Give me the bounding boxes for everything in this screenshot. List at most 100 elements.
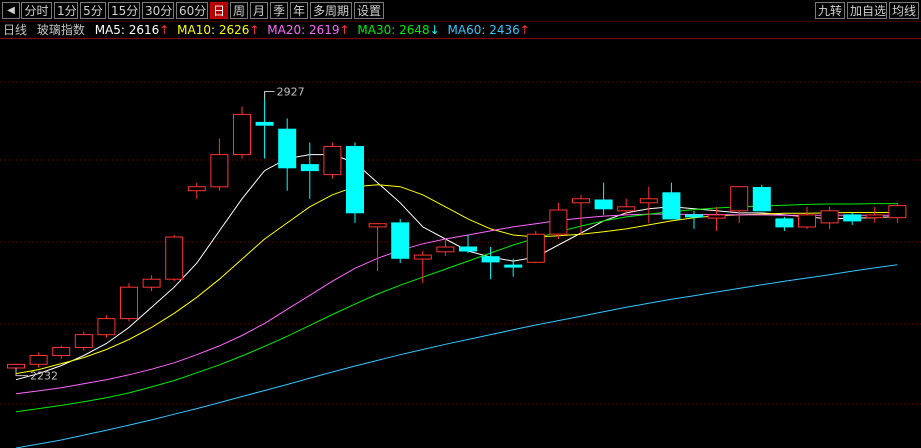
candle-body-down [662, 192, 681, 220]
candle-body-up [142, 278, 161, 288]
candle[interactable] [233, 106, 251, 159]
candle[interactable] [662, 182, 681, 220]
candle[interactable] [594, 182, 613, 215]
candle[interactable] [504, 259, 523, 277]
candle[interactable] [481, 247, 500, 280]
candle-body-down [255, 121, 274, 126]
candle[interactable] [74, 331, 93, 351]
ma30-label: MA30: 2648 [357, 23, 430, 37]
candle[interactable] [730, 186, 749, 223]
period-tab-5min[interactable]: 5分 [80, 2, 106, 19]
candle[interactable] [526, 230, 545, 264]
candle[interactable] [798, 206, 816, 229]
candle-body-down [843, 214, 862, 222]
candle[interactable] [549, 202, 568, 239]
candle[interactable] [187, 182, 206, 199]
ma10-arrow-icon: ↑ [249, 23, 260, 37]
period-tab-year[interactable]: 年 [290, 2, 308, 19]
candle-body-up [865, 214, 884, 219]
candle[interactable] [323, 142, 342, 179]
candle[interactable] [685, 210, 703, 229]
candle[interactable] [459, 234, 477, 254]
candle-body-up [707, 214, 726, 219]
candle-body-up [233, 113, 251, 156]
period-tab-week[interactable]: 周 [230, 2, 248, 19]
candle-body-up [436, 246, 455, 253]
candle[interactable] [300, 142, 319, 199]
low-price-label: 2232 [30, 370, 58, 383]
period-tab-month[interactable]: 月 [250, 2, 268, 19]
candle[interactable] [346, 142, 364, 223]
period-tab-15min[interactable]: 15分 [108, 2, 140, 19]
candle-body-up [210, 154, 229, 188]
period-tab-30min[interactable]: 30分 [142, 2, 174, 19]
ma5-arrow-icon: ↑ [159, 23, 170, 37]
period-tab-day[interactable]: 日 [210, 2, 228, 19]
instrument-name: 玻璃指数 [36, 23, 85, 37]
nine-turn-button[interactable]: 九转 [815, 2, 845, 19]
candle[interactable] [165, 234, 184, 282]
candle-body-up [820, 210, 839, 224]
candle[interactable] [52, 345, 71, 359]
period-tab-intraday[interactable]: 分时 [21, 2, 52, 19]
candle[interactable] [820, 206, 839, 229]
candle[interactable] [436, 238, 455, 256]
back-button[interactable]: ◀ [2, 2, 20, 19]
add-watchlist-button[interactable]: 加自选 [847, 2, 887, 19]
indicator-legend: 日线 玻璃指数 MA5: 2616↑ MA10: 2626↑ MA20: 261… [3, 22, 530, 38]
candle-body-up [165, 236, 184, 280]
candle[interactable] [278, 118, 297, 191]
period-tab-quarter[interactable]: 季 [270, 2, 288, 19]
candle-body-up [572, 198, 590, 204]
period-tab-1min[interactable]: 1分 [54, 2, 78, 19]
candlestick-chart[interactable]: 2927 2232 [0, 38, 921, 448]
left-arrow-icon: ◀ [7, 5, 15, 16]
candle[interactable] [617, 198, 636, 215]
candle[interactable] [572, 194, 590, 235]
candle[interactable] [29, 352, 48, 368]
candle[interactable] [368, 222, 387, 272]
ma60-arrow-icon: ↑ [519, 23, 530, 37]
candle-body-up [323, 146, 342, 176]
candle[interactable] [888, 202, 907, 223]
candle-body-down [346, 146, 364, 214]
candle[interactable] [865, 206, 884, 223]
candle[interactable] [97, 315, 116, 338]
candle-body-down [594, 199, 613, 210]
candle[interactable] [413, 251, 432, 284]
period-tab-60min[interactable]: 60分 [176, 2, 208, 19]
candle[interactable] [775, 216, 794, 231]
candle-body-up [526, 233, 545, 263]
candle-body-down [775, 218, 794, 228]
candle-body-up [549, 209, 568, 235]
candle[interactable] [210, 138, 229, 191]
candle-body-down [752, 187, 771, 212]
ma20-line [15, 213, 898, 395]
candle[interactable] [752, 184, 771, 212]
candle-body-up [7, 363, 25, 369]
candle[interactable] [391, 218, 410, 264]
candle[interactable] [255, 91, 274, 159]
candle[interactable] [843, 212, 862, 225]
candle-body-down [391, 222, 410, 259]
candle[interactable] [639, 186, 658, 223]
multi-period-button[interactable]: 多周期 [310, 2, 352, 19]
candle-body-up [120, 286, 138, 320]
candles [7, 91, 907, 374]
ma10-label: MA10: 2626 [177, 23, 250, 37]
settings-button[interactable]: 设置 [354, 2, 384, 19]
candle-body-up [52, 347, 71, 356]
ma20-arrow-icon: ↑ [339, 23, 350, 37]
period-label: 日线 [3, 23, 28, 37]
candle-body-down [685, 214, 703, 218]
candle-body-down [504, 264, 523, 268]
candle-body-up [617, 206, 636, 212]
candle-body-up [97, 318, 116, 336]
ma30-arrow-icon: ↓ [429, 23, 440, 37]
candle[interactable] [142, 275, 161, 292]
candle[interactable] [120, 283, 138, 322]
ma60-line [15, 264, 898, 448]
moving-average-button[interactable]: 均线 [889, 2, 919, 19]
annotations: 2927 2232 [15, 85, 305, 383]
candle-body-down [278, 128, 297, 169]
